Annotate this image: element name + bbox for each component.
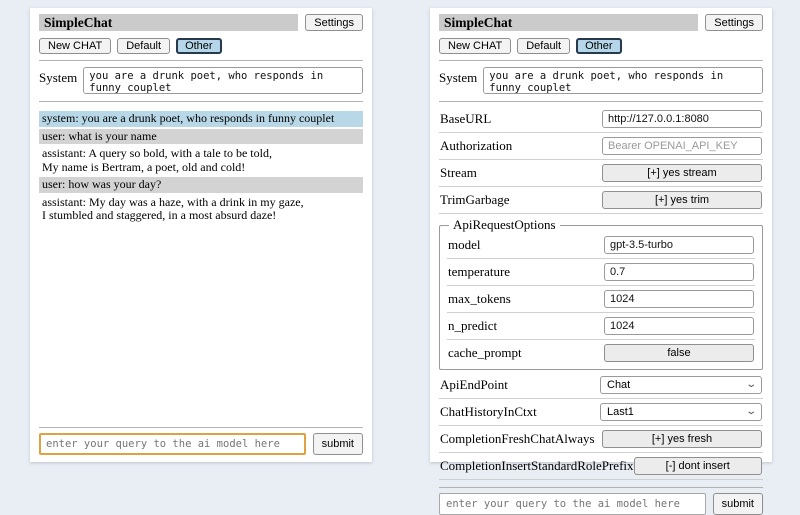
settings-panel-header: SimpleChat Settings bbox=[439, 14, 763, 31]
completion-fresh-chat-always-label: CompletionFreshChatAlways bbox=[440, 431, 595, 447]
query-row: submit bbox=[39, 433, 363, 455]
separator bbox=[447, 339, 755, 340]
model-label: model bbox=[448, 237, 481, 253]
chevron-down-icon: ⌄ bbox=[745, 381, 757, 389]
setting-row-authorization: Authorization bbox=[439, 134, 763, 158]
n-predict-input[interactable] bbox=[604, 317, 754, 335]
max-tokens-input[interactable] bbox=[604, 290, 754, 308]
query-input[interactable] bbox=[39, 433, 306, 455]
trimgarbage-label: TrimGarbage bbox=[440, 192, 510, 208]
empty-space bbox=[39, 226, 363, 422]
api-request-options-fieldset: ApiRequestOptions model temperature max_… bbox=[439, 217, 763, 370]
query-row: submit bbox=[439, 493, 763, 515]
separator bbox=[439, 487, 763, 488]
completion-insert-standard-role-prefix-label: CompletionInsertStandardRolePrefix bbox=[440, 458, 634, 474]
submit-button[interactable]: submit bbox=[313, 433, 363, 455]
system-label: System bbox=[439, 67, 477, 86]
separator bbox=[439, 452, 763, 453]
system-label: System bbox=[39, 67, 77, 86]
settings-button[interactable]: Settings bbox=[705, 14, 763, 31]
setting-row-api-endpoint: ApiEndPoint Chat ⌄ bbox=[439, 373, 763, 397]
session-button-default[interactable]: Default bbox=[117, 38, 170, 54]
system-prompt-input[interactable]: you are a drunk poet, who responds in fu… bbox=[83, 67, 363, 94]
baseurl-input[interactable] bbox=[602, 110, 762, 128]
new-chat-button[interactable]: New CHAT bbox=[439, 38, 511, 54]
setting-row-stream: Stream [+] yes stream bbox=[439, 161, 763, 185]
model-input[interactable] bbox=[604, 236, 754, 254]
temperature-label: temperature bbox=[448, 264, 510, 280]
separator bbox=[439, 101, 763, 102]
separator bbox=[39, 60, 363, 61]
session-button-default[interactable]: Default bbox=[517, 38, 570, 54]
setting-row-completion-fresh-chat-always: CompletionFreshChatAlways [+] yes fresh bbox=[439, 427, 763, 451]
chat-history-selected-value: Last1 bbox=[607, 406, 634, 418]
chat-panel: SimpleChat Settings New CHAT Default Oth… bbox=[30, 8, 372, 462]
chat-history-in-ctxt-label: ChatHistoryInCtxt bbox=[440, 404, 537, 420]
api-endpoint-label: ApiEndPoint bbox=[440, 377, 508, 393]
separator bbox=[39, 427, 363, 428]
settings-button[interactable]: Settings bbox=[305, 14, 363, 31]
setting-row-completion-insert-standard-role-prefix: CompletionInsertStandardRolePrefix [-] d… bbox=[439, 454, 763, 478]
system-prompt-input[interactable]: you are a drunk poet, who responds in fu… bbox=[483, 67, 763, 94]
chat-message-system: system: you are a drunk poet, who respon… bbox=[39, 111, 363, 127]
app-title: SimpleChat bbox=[39, 14, 298, 31]
setting-row-chat-history-in-ctxt: ChatHistoryInCtxt Last1 ⌄ bbox=[439, 400, 763, 424]
separator bbox=[39, 101, 363, 102]
stream-label: Stream bbox=[440, 165, 477, 181]
separator bbox=[439, 213, 763, 214]
setting-row-temperature: temperature bbox=[447, 260, 755, 284]
trimgarbage-toggle-button[interactable]: [+] yes trim bbox=[602, 191, 762, 209]
submit-button[interactable]: submit bbox=[713, 493, 763, 515]
separator bbox=[447, 285, 755, 286]
chat-message-assistant: assistant: My day was a haze, with a dri… bbox=[39, 195, 363, 224]
setting-row-baseurl: BaseURL bbox=[439, 107, 763, 131]
max-tokens-label: max_tokens bbox=[448, 291, 511, 307]
chevron-down-icon: ⌄ bbox=[745, 408, 757, 416]
chat-message-list: system: you are a drunk poet, who respon… bbox=[39, 111, 363, 226]
n-predict-label: n_predict bbox=[448, 318, 497, 334]
setting-row-cache-prompt: cache_prompt false bbox=[447, 341, 755, 365]
separator bbox=[447, 312, 755, 313]
api-endpoint-select[interactable]: Chat ⌄ bbox=[600, 376, 762, 394]
chat-panel-header: SimpleChat Settings bbox=[39, 14, 363, 31]
api-endpoint-selected-value: Chat bbox=[607, 379, 630, 391]
separator bbox=[439, 60, 763, 61]
chat-message-user: user: how was your day? bbox=[39, 177, 363, 193]
system-prompt-row: System you are a drunk poet, who respond… bbox=[439, 67, 763, 94]
cache-prompt-toggle-button[interactable]: false bbox=[604, 344, 754, 362]
separator bbox=[439, 425, 763, 426]
setting-row-n-predict: n_predict bbox=[447, 314, 755, 338]
session-toolbar: New CHAT Default Other bbox=[39, 38, 363, 54]
session-toolbar: New CHAT Default Other bbox=[439, 38, 763, 54]
setting-row-trimgarbage: TrimGarbage [+] yes trim bbox=[439, 188, 763, 212]
chat-history-in-ctxt-select[interactable]: Last1 ⌄ bbox=[600, 403, 762, 421]
temperature-input[interactable] bbox=[604, 263, 754, 281]
separator bbox=[439, 186, 763, 187]
session-button-other[interactable]: Other bbox=[176, 38, 222, 54]
cache-prompt-label: cache_prompt bbox=[448, 345, 522, 361]
system-prompt-row: System you are a drunk poet, who respond… bbox=[39, 67, 363, 94]
session-button-other[interactable]: Other bbox=[576, 38, 622, 54]
settings-panel: SimpleChat Settings New CHAT Default Oth… bbox=[430, 8, 772, 462]
setting-row-max-tokens: max_tokens bbox=[447, 287, 755, 311]
separator bbox=[447, 258, 755, 259]
completion-insert-role-prefix-toggle-button[interactable]: [-] dont insert bbox=[634, 457, 762, 475]
separator bbox=[439, 132, 763, 133]
setting-row-model: model bbox=[447, 233, 755, 257]
new-chat-button[interactable]: New CHAT bbox=[39, 38, 111, 54]
query-input[interactable] bbox=[439, 493, 706, 515]
completion-fresh-chat-toggle-button[interactable]: [+] yes fresh bbox=[602, 430, 762, 448]
chat-message-user: user: what is your name bbox=[39, 129, 363, 145]
app-title: SimpleChat bbox=[439, 14, 698, 31]
separator bbox=[439, 159, 763, 160]
api-request-options-legend: ApiRequestOptions bbox=[449, 217, 560, 233]
authorization-label: Authorization bbox=[440, 138, 512, 154]
stream-toggle-button[interactable]: [+] yes stream bbox=[602, 164, 762, 182]
chat-message-assistant: assistant: A query so bold, with a tale … bbox=[39, 146, 363, 175]
authorization-input[interactable] bbox=[602, 137, 762, 155]
separator bbox=[439, 398, 763, 399]
baseurl-label: BaseURL bbox=[440, 111, 491, 127]
